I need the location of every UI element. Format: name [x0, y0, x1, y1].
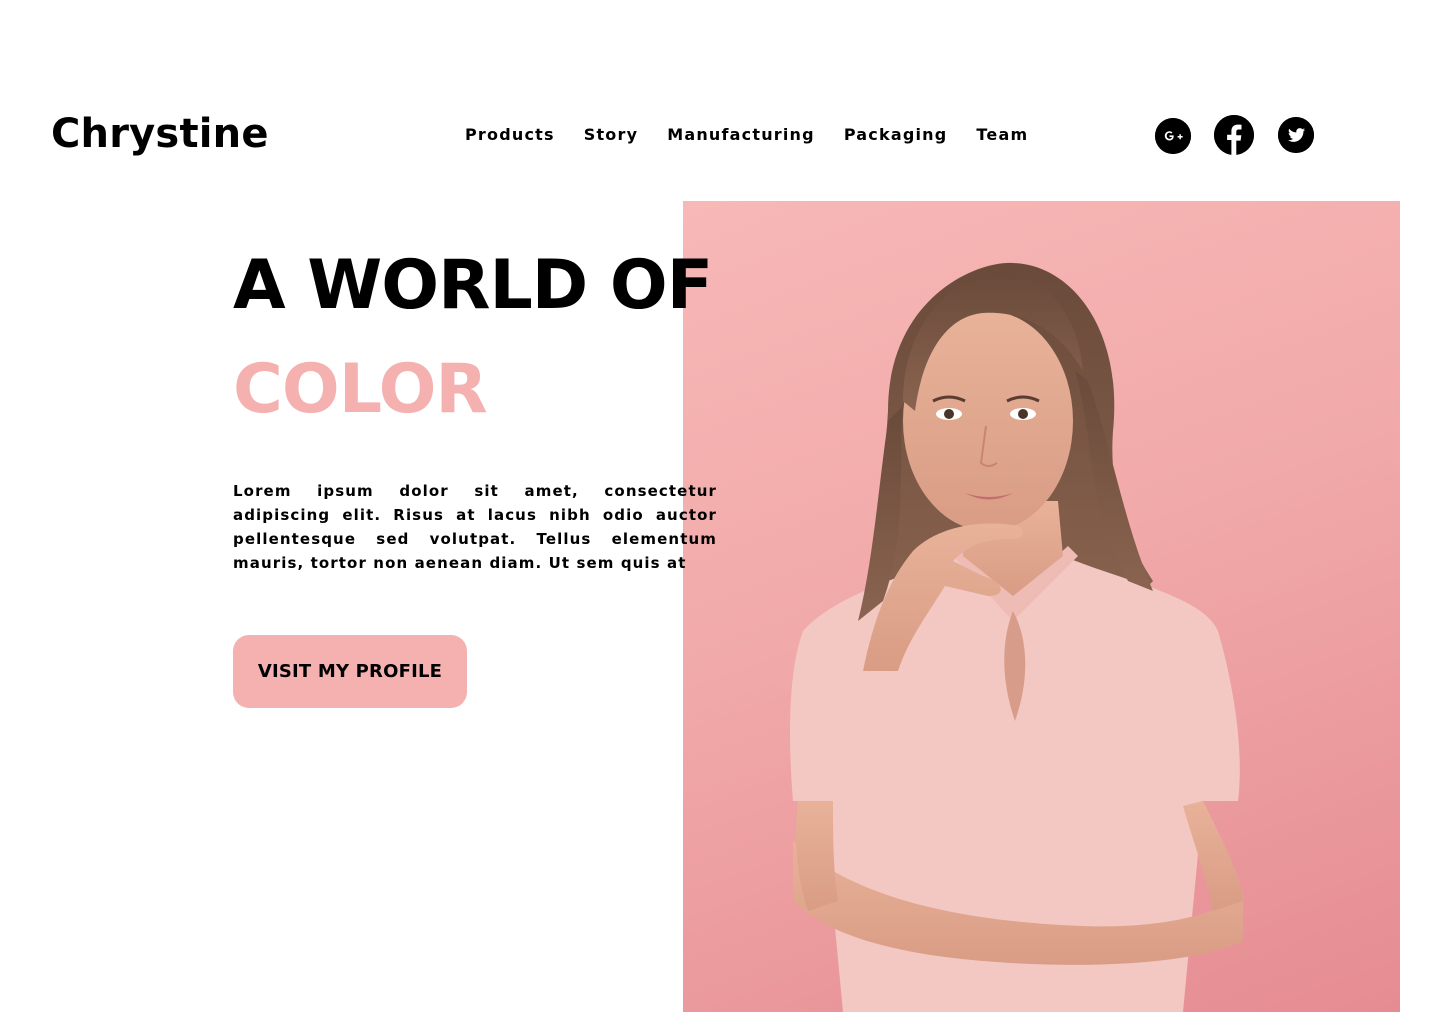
- twitter-icon[interactable]: [1278, 117, 1314, 153]
- hero-headline-line1: A WORLD OF: [233, 246, 713, 325]
- social-links: [1155, 115, 1314, 155]
- model-portrait-illustration: [790, 262, 1243, 1012]
- facebook-glyph: [1214, 115, 1254, 155]
- twitter-glyph: [1278, 117, 1314, 153]
- nav-item-manufacturing[interactable]: Manufacturing: [667, 124, 815, 146]
- google-plus-icon[interactable]: [1155, 117, 1191, 154]
- brand-logo[interactable]: Chrystine: [51, 108, 269, 160]
- main-nav: Products Story Manufacturing Packaging T…: [465, 124, 1028, 146]
- hero-photo: [683, 201, 1400, 1012]
- facebook-icon[interactable]: [1214, 115, 1254, 155]
- nav-item-team[interactable]: Team: [976, 124, 1028, 146]
- visit-profile-button[interactable]: VISIT MY PROFILE: [233, 635, 467, 708]
- hero-headline-line2: COLOR: [233, 350, 488, 429]
- google-plus-glyph: [1155, 117, 1191, 154]
- nav-item-products[interactable]: Products: [465, 124, 555, 146]
- nav-item-packaging[interactable]: Packaging: [844, 124, 948, 146]
- hero-intro-text: Lorem ipsum dolor sit amet, consectetur …: [233, 482, 717, 572]
- nav-item-story[interactable]: Story: [584, 124, 638, 146]
